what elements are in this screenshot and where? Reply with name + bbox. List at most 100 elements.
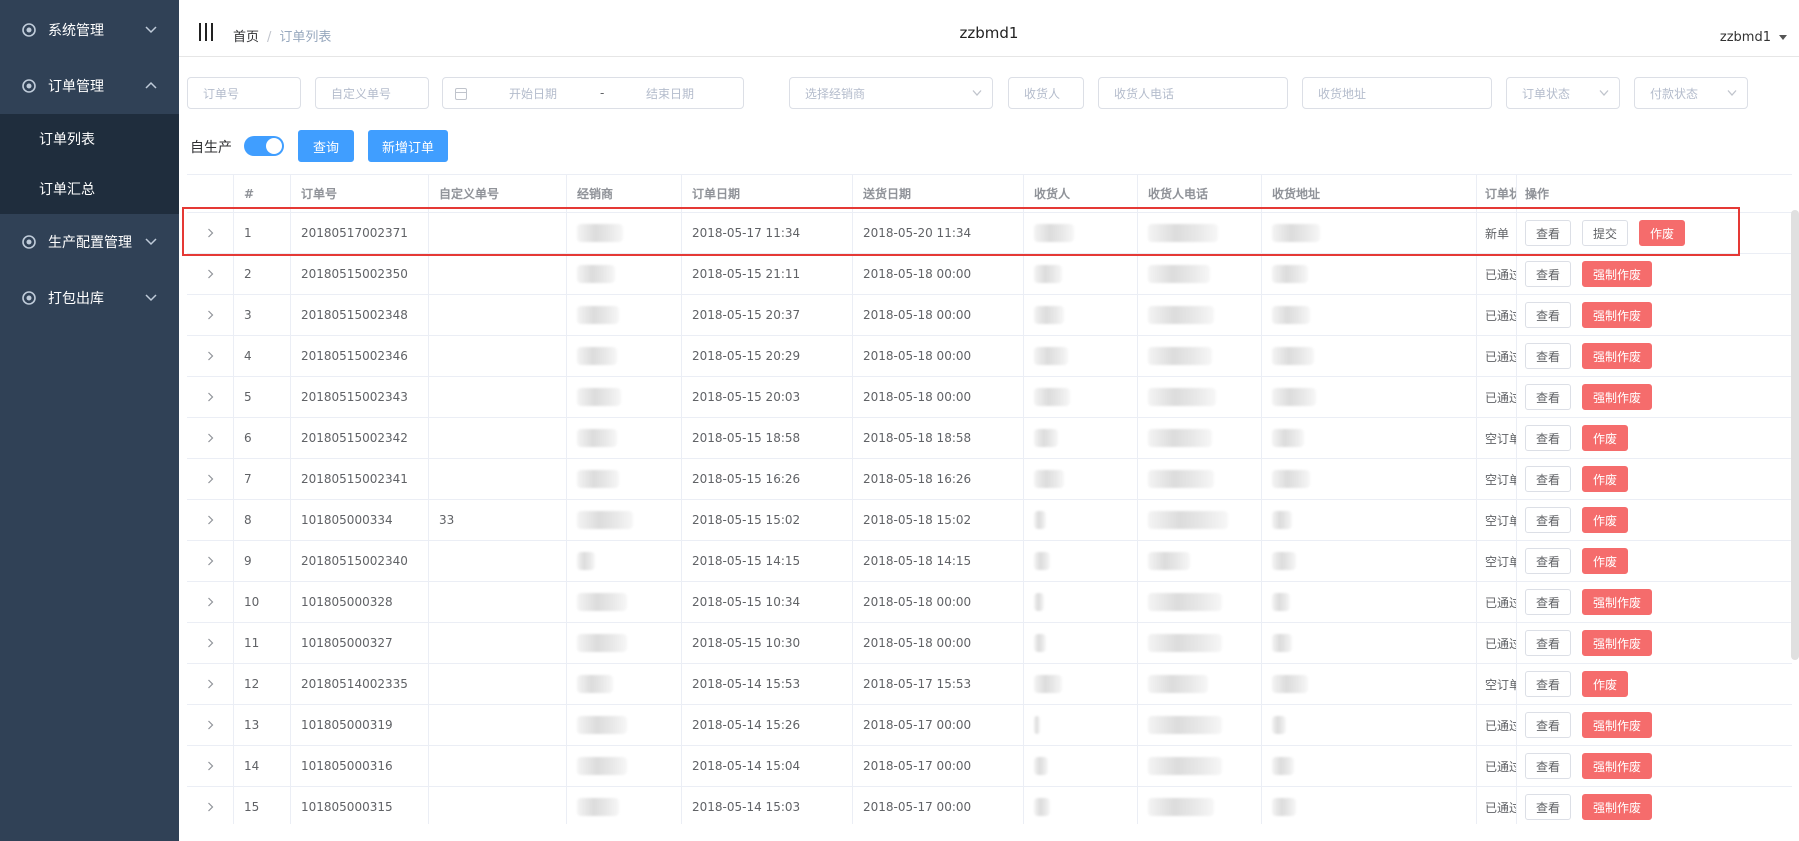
void-button[interactable]: 作废 [1639, 220, 1686, 246]
row-delivery-date: 2018-05-18 14:15 [853, 541, 1024, 581]
row-expand-toggle[interactable] [187, 705, 234, 745]
row-expand-toggle[interactable] [187, 541, 234, 581]
view-button[interactable]: 查看 [1525, 466, 1572, 492]
force-void-button[interactable]: 强制作废 [1582, 794, 1653, 820]
table-row[interactable]: 1 20180517002371 2018-05-17 11:34 2018-05-2… [187, 213, 1792, 254]
submit-button[interactable]: 提交 [1582, 220, 1629, 246]
receiver-input[interactable]: 收货人 [1008, 77, 1084, 109]
view-button[interactable]: 查看 [1525, 671, 1572, 697]
row-delivery-date: 2018-05-18 00:00 [853, 336, 1024, 376]
table-row[interactable]: 2 20180515002350 2018-05-15 21:11 2018-05-1… [187, 254, 1792, 295]
row-expand-toggle[interactable] [187, 254, 234, 294]
row-order-no-text: 101805000316 [301, 759, 393, 773]
chevron-right-icon [207, 310, 213, 320]
view-button[interactable]: 查看 [1525, 220, 1572, 246]
row-order-status-text: 已通过 [1485, 595, 1516, 610]
view-button[interactable]: 查看 [1525, 548, 1572, 574]
query-button[interactable]: 查询 [298, 130, 354, 162]
receiver-phone-input[interactable]: 收货人电话 [1098, 77, 1288, 109]
table-row[interactable]: 14 101805000316 2018-05-14 15:04 2018-05-17… [187, 746, 1792, 787]
end-date-placeholder[interactable]: 结束日期 [646, 85, 694, 102]
row-index: 14 [234, 746, 291, 786]
row-custom-no [429, 254, 567, 294]
view-button[interactable]: 查看 [1525, 261, 1572, 287]
new-order-button[interactable]: 新增订单 [368, 130, 448, 162]
row-order-status: 空订单 [1477, 500, 1517, 540]
row-custom-no-text: 33 [439, 513, 455, 527]
menu-system[interactable]: 系统管理 [0, 2, 179, 58]
custom-no-input[interactable]: 自定义单号 [315, 77, 429, 109]
void-button[interactable]: 作废 [1582, 671, 1629, 697]
row-expand-toggle[interactable] [187, 787, 234, 824]
view-button[interactable]: 查看 [1525, 302, 1572, 328]
view-button[interactable]: 查看 [1525, 589, 1572, 615]
table-row[interactable]: 12 20180514002335 2018-05-14 15:53 2018-05-… [187, 664, 1792, 705]
view-button[interactable]: 查看 [1525, 343, 1572, 369]
redacted-receiver [1034, 675, 1062, 693]
row-expand-toggle[interactable] [187, 295, 234, 335]
table-row[interactable]: 5 20180515002343 2018-05-15 20:03 2018-05-1… [187, 377, 1792, 418]
row-expand-toggle[interactable] [187, 377, 234, 417]
start-date-placeholder[interactable]: 开始日期 [509, 85, 557, 102]
col-expand [187, 175, 234, 212]
sidebar-item-order-list[interactable]: 订单列表 [0, 114, 179, 164]
table-row[interactable]: 7 20180515002341 2018-05-15 16:26 2018-05-1… [187, 459, 1792, 500]
row-expand-toggle[interactable] [187, 459, 234, 499]
table-row[interactable]: 15 101805000315 2018-05-14 15:03 2018-05-17… [187, 787, 1792, 824]
view-button[interactable]: 查看 [1525, 753, 1572, 779]
row-expand-toggle[interactable] [187, 623, 234, 663]
row-expand-toggle[interactable] [187, 336, 234, 376]
view-button[interactable]: 查看 [1525, 384, 1572, 410]
view-button[interactable]: 查看 [1525, 794, 1572, 820]
void-button[interactable]: 作废 [1582, 466, 1629, 492]
order-no-input[interactable]: 订单号 [187, 77, 301, 109]
table-row[interactable]: 11 101805000327 2018-05-15 10:30 2018-05-18… [187, 623, 1792, 664]
force-void-button[interactable]: 强制作废 [1582, 384, 1653, 410]
view-button[interactable]: 查看 [1525, 630, 1572, 656]
calendar-icon [455, 88, 467, 100]
view-button[interactable]: 查看 [1525, 712, 1572, 738]
pay-status-select[interactable]: 付款状态 [1634, 77, 1748, 109]
row-actions: 查看 作废 [1517, 664, 1792, 704]
row-expand-toggle[interactable] [187, 582, 234, 622]
menu-production-config[interactable]: 生产配置管理 [0, 214, 179, 270]
row-expand-toggle[interactable] [187, 746, 234, 786]
void-button[interactable]: 作废 [1582, 548, 1629, 574]
row-receiver [1024, 664, 1138, 704]
table-row[interactable]: 13 101805000319 2018-05-14 15:26 2018-05-17… [187, 705, 1792, 746]
force-void-button[interactable]: 强制作废 [1582, 302, 1653, 328]
menu-order[interactable]: 订单管理 [0, 58, 179, 114]
row-custom-no: 33 [429, 500, 567, 540]
date-range-picker[interactable]: 开始日期 - 结束日期 [442, 77, 744, 109]
user-dropdown[interactable]: zzbmd1 [1720, 30, 1787, 45]
dealer-select[interactable]: 选择经销商 [789, 77, 993, 109]
view-button[interactable]: 查看 [1525, 507, 1572, 533]
table-row[interactable]: 10 101805000328 2018-05-15 10:34 2018-05-18… [187, 582, 1792, 623]
view-button[interactable]: 查看 [1525, 425, 1572, 451]
table-row[interactable]: 6 20180515002342 2018-05-15 18:58 2018-05-1… [187, 418, 1792, 459]
table-row[interactable]: 4 20180515002346 2018-05-15 20:29 2018-05-1… [187, 336, 1792, 377]
row-expand-toggle[interactable] [187, 500, 234, 540]
force-void-button[interactable]: 强制作废 [1582, 343, 1653, 369]
force-void-button[interactable]: 强制作废 [1582, 712, 1653, 738]
force-void-button[interactable]: 强制作废 [1582, 630, 1653, 656]
order-status-select[interactable]: 订单状态 [1506, 77, 1620, 109]
table-row[interactable]: 8 101805000334 33 2018-05-15 15:02 2018-05-1… [187, 500, 1792, 541]
vertical-scrollbar[interactable] [1791, 210, 1799, 660]
row-expand-toggle[interactable] [187, 418, 234, 458]
menu-packing-outbound[interactable]: 打包出库 [0, 270, 179, 326]
void-button[interactable]: 作废 [1582, 507, 1629, 533]
table-row[interactable]: 9 20180515002340 2018-05-15 14:15 2018-05-1… [187, 541, 1792, 582]
self-production-switch[interactable] [244, 136, 284, 156]
redacted-address [1272, 388, 1316, 406]
redacted-phone [1148, 224, 1218, 242]
table-row[interactable]: 3 20180515002348 2018-05-15 20:37 2018-05-1… [187, 295, 1792, 336]
row-expand-toggle[interactable] [187, 213, 234, 253]
row-expand-toggle[interactable] [187, 664, 234, 704]
force-void-button[interactable]: 强制作废 [1582, 753, 1653, 779]
address-input[interactable]: 收货地址 [1302, 77, 1492, 109]
force-void-button[interactable]: 强制作废 [1582, 261, 1653, 287]
void-button[interactable]: 作废 [1582, 425, 1629, 451]
force-void-button[interactable]: 强制作废 [1582, 589, 1653, 615]
sidebar-item-order-summary[interactable]: 订单汇总 [0, 164, 179, 214]
